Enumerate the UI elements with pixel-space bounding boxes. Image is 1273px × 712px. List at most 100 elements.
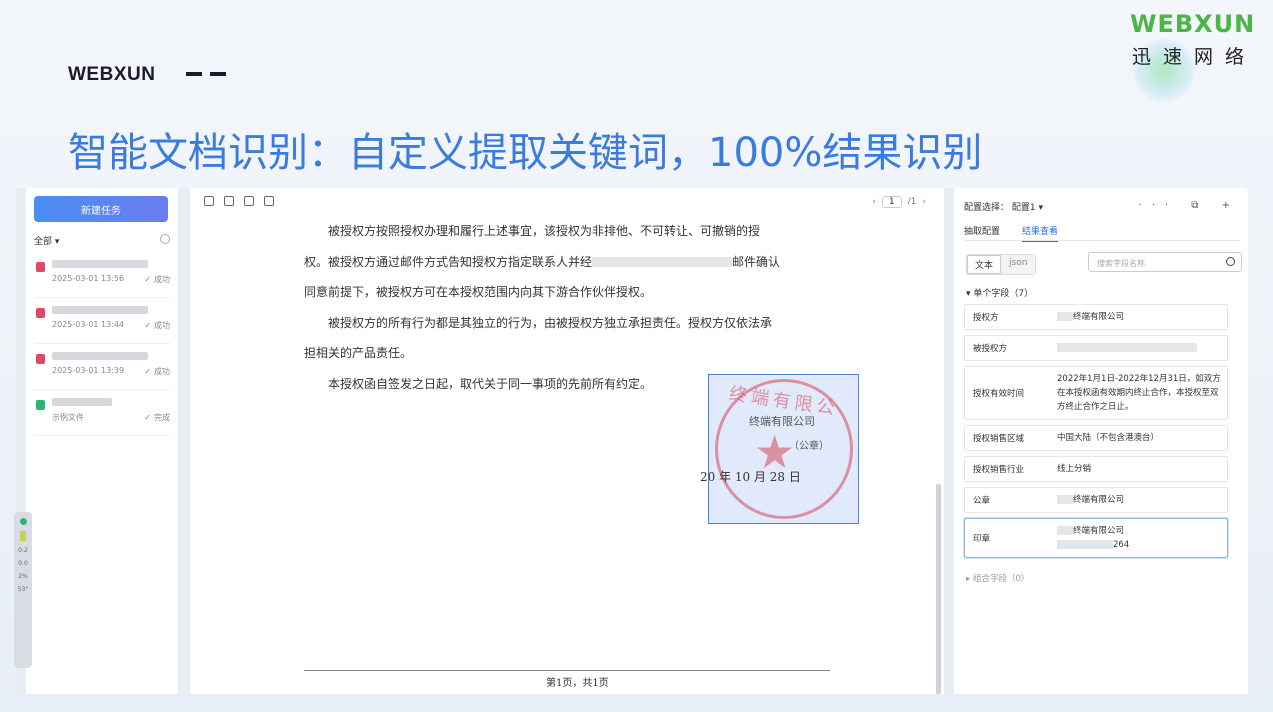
next-page-icon[interactable]: › — [922, 197, 926, 207]
task-status: ✓ 成功 — [144, 275, 170, 284]
success-check-icon: ✓ — [144, 321, 151, 330]
page-navigator: ‹ 1 /1 › — [872, 196, 926, 208]
redacted-block — [1057, 540, 1113, 549]
field-label: 印章 — [973, 534, 991, 544]
monitor-value: 0.0 — [18, 560, 28, 567]
result-panel: 配置选择： 配置1 ▾ ··· ⧉ + 抽取配置 结果查看 文本 json 搜索… — [954, 188, 1248, 694]
search-icon[interactable] — [1226, 257, 1235, 266]
field-row[interactable]: 授权销售区域 中国大陆（不包含港澳台） — [964, 425, 1228, 451]
field-label: 授权销售区域 — [973, 434, 1025, 444]
zoom-out-icon[interactable] — [224, 196, 234, 206]
brand-name: WEBXUN — [68, 64, 156, 85]
task-name-redacted — [52, 306, 148, 314]
doc-line: 担相关的产品责任。 — [304, 346, 413, 360]
search-icon[interactable] — [160, 234, 170, 244]
field-label: 被授权方 — [973, 344, 1008, 354]
redacted-block — [1057, 343, 1197, 352]
config-label: 配置选择： — [964, 203, 1010, 213]
logo-wordmark: WEBXUN — [1130, 10, 1256, 38]
field-value: 终端有限公司 264 — [1057, 524, 1129, 552]
config-dropdown[interactable]: 配置1 ▾ — [1012, 203, 1043, 213]
vertical-scrollbar[interactable] — [936, 484, 941, 694]
meter-bar — [20, 531, 26, 541]
redacted-block — [1057, 495, 1073, 504]
signing-date: 20 年 10 月 28 日 — [700, 470, 801, 484]
document-viewer: ‹ 1 /1 › 被授权方按照授权办理和履行上述事宜，该授权为非排他、不可转让、… — [190, 188, 944, 694]
task-date: 2025-03-01 13:56 — [52, 274, 125, 283]
field-label: 公章 — [973, 496, 991, 506]
task-sidebar: 新建任务 全部 ▾ 2025-03-01 13:56 ✓ 成功 2025-03-0… — [26, 188, 178, 694]
success-check-icon: ✓ — [144, 367, 151, 376]
system-monitor-widget[interactable]: 0.2 0.0 2% 53° — [14, 512, 32, 668]
field-row[interactable]: 授权方 终端有限公司 — [964, 304, 1228, 330]
pdf-file-icon — [36, 308, 45, 318]
success-check-icon: ✓ — [144, 275, 151, 284]
fit-page-icon[interactable] — [244, 196, 254, 206]
field-value: 终端有限公司 — [1057, 310, 1124, 324]
seal-subtitle: （公章） — [789, 441, 829, 452]
current-page-input[interactable]: 1 — [881, 196, 902, 208]
field-label: 授权销售行业 — [973, 465, 1025, 475]
task-status: ✓ 成功 — [144, 367, 170, 376]
field-row[interactable]: 授权销售行业 线上分销 — [964, 456, 1228, 482]
format-json-option[interactable]: json — [1001, 255, 1036, 274]
redacted-block — [1057, 312, 1073, 321]
webxun-logo: WEBXUN 迅速网络 — [1128, 8, 1260, 102]
detected-seal-box[interactable]: 终端有限公 ★ 终端有限公司 （公章） — [708, 374, 859, 524]
config-selector-row: 配置选择： 配置1 ▾ ··· ⧉ + — [964, 200, 1240, 213]
redacted-block — [1057, 526, 1073, 535]
comment-icon[interactable] — [264, 196, 274, 206]
logo-chinese: 迅速网络 — [1132, 46, 1257, 68]
task-status: ✓ 完成 — [144, 413, 170, 422]
field-row-selected[interactable]: 印章 终端有限公司 264 — [964, 518, 1228, 558]
status-dot — [19, 518, 27, 525]
footer-divider — [304, 670, 830, 671]
total-pages: /1 — [907, 197, 917, 207]
prev-page-icon[interactable]: ‹ — [872, 197, 876, 207]
brand-dashes — [186, 72, 226, 76]
monitor-value: 0.2 — [18, 547, 28, 554]
doc-line: 权。被授权方通过邮件方式告知授权方指定联系人并经 邮件确认 — [304, 254, 781, 269]
field-row[interactable]: 公章 终端有限公司 — [964, 487, 1228, 513]
tab-divider — [964, 240, 1240, 241]
task-item[interactable]: 2025-03-01 13:56 ✓ 成功 — [34, 254, 170, 298]
task-name-redacted — [52, 398, 112, 406]
sheet-file-icon — [36, 400, 45, 410]
format-text-option[interactable]: 文本 — [967, 255, 1002, 274]
redacted-block — [592, 257, 733, 267]
monitor-value: 53° — [17, 586, 29, 593]
pdf-file-icon — [36, 354, 45, 364]
doc-line: 同意前提下，被授权方可在本授权范围内向其下游合作伙伴授权。 — [304, 285, 653, 299]
format-toggle: 文本 json — [966, 254, 1037, 275]
single-fields-header[interactable]: ▾ 单个字段（7） — [966, 286, 1033, 299]
pdf-file-icon — [36, 262, 45, 272]
task-item[interactable]: 示例文件 ✓ 完成 — [34, 392, 170, 436]
field-value: 终端有限公司 — [1057, 493, 1124, 507]
field-label: 授权方 — [973, 313, 999, 323]
zoom-in-icon[interactable] — [204, 196, 214, 206]
new-task-button[interactable]: 新建任务 — [34, 196, 168, 222]
page-footer: 第1页，共1页 — [546, 678, 609, 689]
field-search-input[interactable]: 搜索字段名称 — [1088, 252, 1242, 272]
field-value: 2022年1月1日-2022年12月31日，如双方在本授权函有效期内终止合作，本… — [1057, 374, 1221, 412]
field-value — [1057, 341, 1197, 355]
task-date: 2025-03-01 13:44 — [52, 320, 125, 329]
task-filter[interactable]: 全部 ▾ — [34, 234, 170, 248]
monitor-value: 2% — [18, 573, 28, 580]
seal-company: 终端有限公司 — [749, 415, 815, 428]
field-row[interactable]: 被授权方 — [964, 335, 1228, 361]
panel-actions[interactable]: ··· ⧉ + — [1139, 200, 1240, 211]
page-title: 智能文档识别：自定义提取关键词，100%结果识别 — [68, 130, 983, 176]
combined-fields-header[interactable]: ▸ 组合字段（0） — [966, 572, 1029, 584]
document-app: 新建任务 全部 ▾ 2025-03-01 13:56 ✓ 成功 2025-03-0… — [16, 188, 1248, 696]
doc-line: 被授权方按照授权办理和履行上述事宜，该授权为非排他、不可转让、可撤销的授 — [328, 224, 761, 238]
viewer-toolbar — [204, 196, 274, 206]
task-name-redacted — [52, 352, 148, 360]
task-item[interactable]: 2025-03-01 13:39 ✓ 成功 — [34, 346, 170, 390]
field-value: 中国大陆（不包含港澳台） — [1057, 433, 1160, 443]
document-body: 被授权方按照授权办理和履行上述事宜，该授权为非排他、不可转让、可撤销的授 权。被… — [304, 216, 829, 399]
filter-dropdown[interactable]: 全部 ▾ — [34, 237, 59, 247]
field-row[interactable]: 授权有效时间 2022年1月1日-2022年12月31日，如双方在本授权函有效期… — [964, 366, 1228, 420]
task-item[interactable]: 2025-03-01 13:44 ✓ 成功 — [34, 300, 170, 344]
field-label: 授权有效时间 — [973, 389, 1025, 399]
